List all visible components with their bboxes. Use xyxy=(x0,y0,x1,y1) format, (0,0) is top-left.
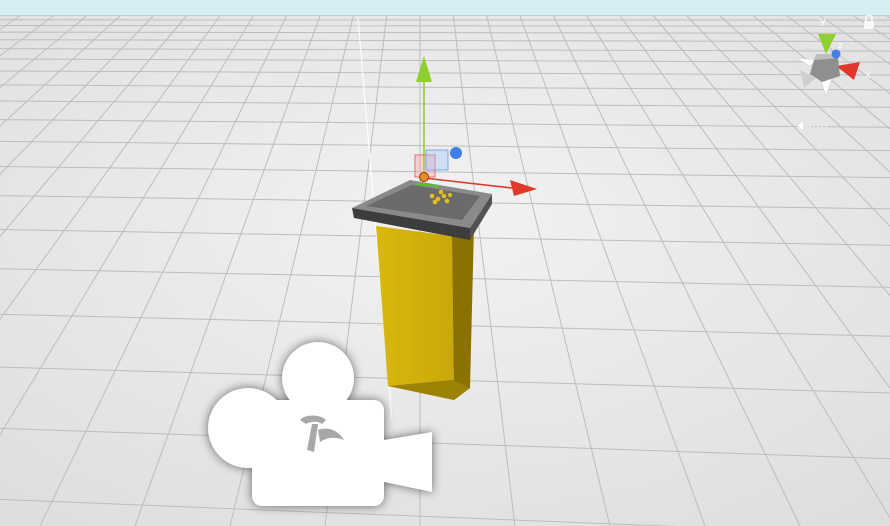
scene-view[interactable]: y z x Persp xyxy=(0,0,890,526)
gizmo-z-label: z xyxy=(838,41,843,51)
pivot-icon xyxy=(419,172,429,182)
scene-canvas[interactable]: y z x Persp xyxy=(0,0,890,526)
gizmo-x-label: x xyxy=(865,70,871,81)
move-z-handle[interactable] xyxy=(450,147,462,159)
projection-label[interactable]: Persp xyxy=(800,122,828,133)
gizmo-y-label: y xyxy=(820,16,826,27)
grid-line xyxy=(0,25,890,27)
yellow-pillar[interactable] xyxy=(376,226,474,400)
